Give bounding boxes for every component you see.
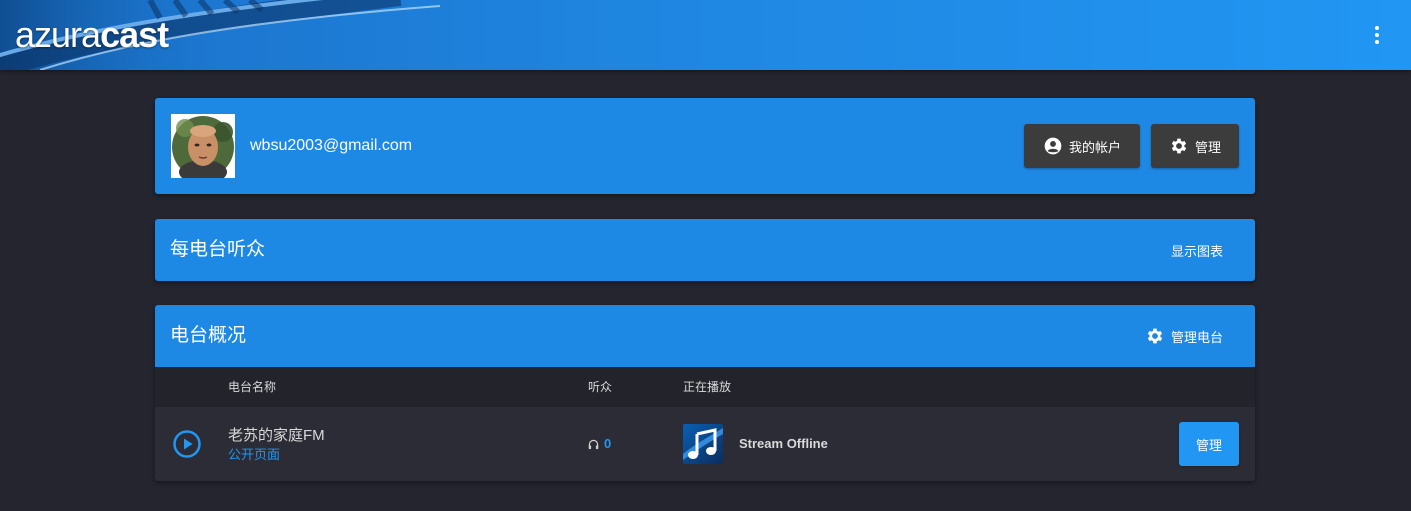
station-overview-panel: 电台概况 管理电台 电台名称 听众 正在播放 老苏的家庭FM 公开页面 0 St…	[155, 305, 1255, 481]
station-name: 老苏的家庭FM	[228, 427, 325, 444]
album-art-music-icon	[683, 424, 723, 464]
table-row: 老苏的家庭FM 公开页面 0 Stream Offline 管理	[155, 407, 1255, 481]
manage-stations-label: 管理电台	[1170, 329, 1223, 345]
show-chart-button[interactable]: 显示图表	[1171, 219, 1223, 281]
manage-station-button[interactable]: 管理	[1179, 422, 1239, 466]
my-account-button[interactable]: 我的帐户	[1024, 124, 1140, 168]
panel-title: 每电台听众	[170, 239, 266, 260]
table-header: 电台名称 听众 正在播放	[155, 367, 1255, 407]
avatar-image	[171, 114, 235, 178]
avatar	[171, 114, 235, 178]
station-overview-header: 电台概况 管理电台	[155, 305, 1255, 367]
manage-stations-button[interactable]: 管理电台	[1145, 305, 1223, 367]
my-account-label: 我的帐户	[1068, 139, 1121, 155]
listener-count: 0	[588, 436, 611, 452]
logo-text-cast: cast	[100, 14, 169, 55]
listeners-per-station-panel: 每电台听众 显示图表	[155, 219, 1255, 281]
now-playing-text: Stream Offline	[739, 436, 828, 451]
user-card: wbsu2003@gmail.com 我的帐户 管理	[155, 98, 1255, 194]
public-page-link[interactable]: 公开页面	[228, 446, 280, 464]
top-navbar: azuracast	[0, 0, 1411, 70]
logo-text-azura: azura	[15, 14, 101, 55]
admin-label: 管理	[1194, 139, 1221, 155]
gear-icon	[1171, 138, 1187, 154]
column-header-listeners: 听众	[588, 380, 613, 394]
user-email: wbsu2003@gmail.com	[250, 137, 413, 154]
listener-count-value: 0	[604, 436, 612, 451]
panel-title: 电台概况	[170, 325, 247, 346]
headphones-icon	[588, 439, 599, 449]
account-circle-icon	[1044, 137, 1062, 155]
azuracast-logo[interactable]: azuracast	[15, 13, 169, 57]
column-header-now-playing: 正在播放	[683, 380, 732, 394]
more-vertical-icon[interactable]	[1365, 22, 1389, 48]
admin-button[interactable]: 管理	[1151, 124, 1239, 168]
play-circle-icon[interactable]	[172, 429, 202, 459]
gear-icon	[1147, 328, 1163, 344]
column-header-station-name: 电台名称	[228, 380, 277, 394]
